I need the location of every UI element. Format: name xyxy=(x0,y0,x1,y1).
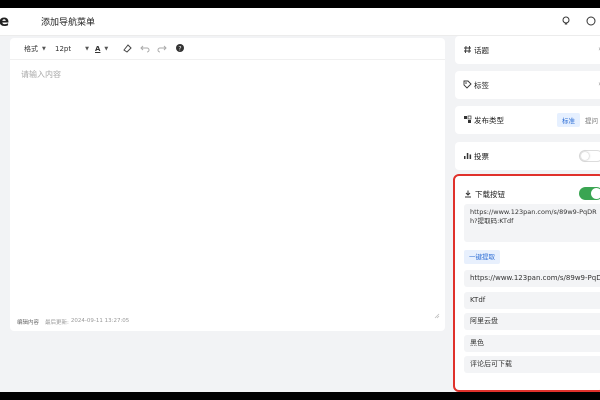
download-url-field[interactable]: https://www.123pan.com/s/89w9-PqD xyxy=(464,270,600,287)
top-bar: e 添加导航菜单 xyxy=(0,8,600,36)
toggle-knob xyxy=(581,152,589,160)
page-title: 添加导航菜单 xyxy=(41,18,96,28)
last-update-time: 2024-09-11 13:27:05 xyxy=(70,318,130,324)
editor-toolbar: 格式 ▼ 12pt ▼ A ▼ ? xyxy=(10,38,445,60)
last-update-label: 最后更新: xyxy=(45,320,69,326)
logo: e xyxy=(0,12,10,30)
bar-chart-icon xyxy=(464,153,472,159)
footer-label: 编辑内容 xyxy=(17,320,40,326)
app-window: e 添加导航菜单 格式 ▼ 12pt ▼ A ▼ ? 请输入内容 编辑内容 最后… xyxy=(0,8,600,392)
chevron-down-icon: ▼ xyxy=(42,46,46,52)
extraction-code-field[interactable]: KTdf xyxy=(464,292,600,309)
toggle-knob xyxy=(591,188,600,199)
publish-type-panel: 发布类型 标准 提问 xyxy=(455,106,600,134)
topic-panel[interactable]: 话题 › xyxy=(455,36,600,64)
eraser-icon[interactable] xyxy=(121,42,133,54)
download-link-textarea[interactable]: https://www.123pan.com/s/89w9-PqDRh?提取码:… xyxy=(464,204,600,242)
text-color-dropdown[interactable]: A ▼ xyxy=(95,42,108,56)
tags-panel[interactable]: 标签 › xyxy=(455,71,600,99)
editor-placeholder: 请输入内容 xyxy=(21,70,61,79)
download-button-panel: 下载按钮 https://www.123pan.com/s/89w9-PqDRh… xyxy=(453,174,600,392)
svg-text:?: ? xyxy=(178,45,181,52)
format-dropdown[interactable]: 格式 ▼ xyxy=(24,42,46,56)
hashtag-icon xyxy=(464,45,471,54)
font-size-dropdown[interactable]: 12pt ▼ xyxy=(55,42,89,56)
vote-toggle[interactable] xyxy=(579,150,600,162)
font-size-value: 12pt xyxy=(55,45,72,53)
editor-footer: 编辑内容 最后更新: 2024-09-11 13:27:05 xyxy=(17,318,129,326)
extract-button[interactable]: 一键提取 xyxy=(464,250,500,264)
text-color-icon: A xyxy=(95,45,101,53)
help-icon[interactable]: ? xyxy=(174,42,186,54)
button-color-field[interactable]: 黑色 xyxy=(464,335,600,352)
download-label: 下载按钮 xyxy=(475,190,505,199)
cloud-provider-field[interactable]: 阿里云盘 xyxy=(464,313,600,330)
redo-icon[interactable] xyxy=(156,42,168,54)
publish-type-tabs: 标准 提问 xyxy=(557,113,600,127)
tags-label: 标签 xyxy=(474,81,489,90)
format-label: 格式 xyxy=(24,45,38,53)
chevron-down-icon: ▼ xyxy=(104,46,109,52)
lightbulb-icon[interactable] xyxy=(559,14,573,28)
vote-panel: 投票 xyxy=(455,142,600,170)
download-toggle[interactable] xyxy=(579,187,600,200)
publish-type-label: 发布类型 xyxy=(474,116,504,125)
tab-standard[interactable]: 标准 xyxy=(557,113,580,127)
download-icon xyxy=(465,190,471,198)
topic-label: 话题 xyxy=(474,46,489,55)
chat-icon[interactable] xyxy=(584,14,598,28)
content-editor[interactable]: 格式 ▼ 12pt ▼ A ▼ ? 请输入内容 编辑内容 最后更新: 2024-… xyxy=(10,38,445,331)
vote-label: 投票 xyxy=(474,152,489,161)
tag-icon xyxy=(463,80,472,89)
grid-icon xyxy=(464,115,472,123)
tab-question[interactable]: 提问 xyxy=(580,113,600,127)
download-condition-field[interactable]: 评论后可下载 xyxy=(464,356,600,373)
resize-handle-icon[interactable] xyxy=(434,313,440,319)
chevron-down-icon: ▼ xyxy=(85,46,89,52)
undo-icon[interactable] xyxy=(139,42,151,54)
